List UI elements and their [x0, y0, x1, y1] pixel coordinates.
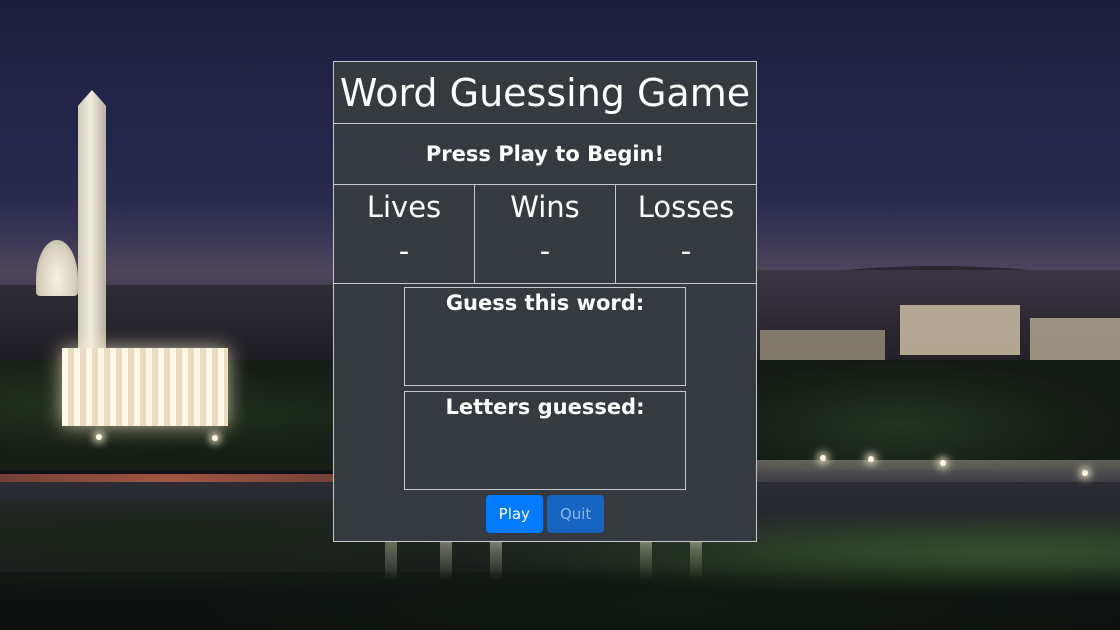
button-group: Play Quit: [334, 495, 756, 533]
play-button[interactable]: Play: [485, 495, 543, 533]
letters-guessed-label: Letters guessed:: [445, 395, 645, 419]
quit-button[interactable]: Quit: [546, 495, 605, 533]
stat-value: -: [680, 234, 692, 268]
guess-word-box: Guess this word:: [404, 287, 686, 386]
memorial-image: [62, 348, 228, 426]
stat-losses: Losses -: [616, 185, 756, 283]
monument-image: [78, 90, 106, 352]
background-scenery: Word Guessing Game Press Play to Begin! …: [0, 0, 1120, 630]
stats-row: Lives - Wins - Losses -: [334, 185, 756, 284]
stat-label: Losses: [637, 190, 735, 224]
stat-label: Wins: [510, 190, 580, 224]
stat-value: -: [539, 234, 551, 268]
status-message: Press Play to Begin!: [334, 124, 756, 185]
stat-label: Lives: [366, 190, 442, 224]
stat-lives: Lives -: [334, 185, 475, 283]
stat-wins: Wins -: [475, 185, 616, 283]
game-title: Word Guessing Game: [334, 62, 756, 124]
letters-guessed-box: Letters guessed:: [404, 391, 686, 490]
game-panel: Word Guessing Game Press Play to Begin! …: [333, 61, 757, 542]
guess-word-label: Guess this word:: [445, 291, 645, 315]
stat-value: -: [398, 234, 410, 268]
